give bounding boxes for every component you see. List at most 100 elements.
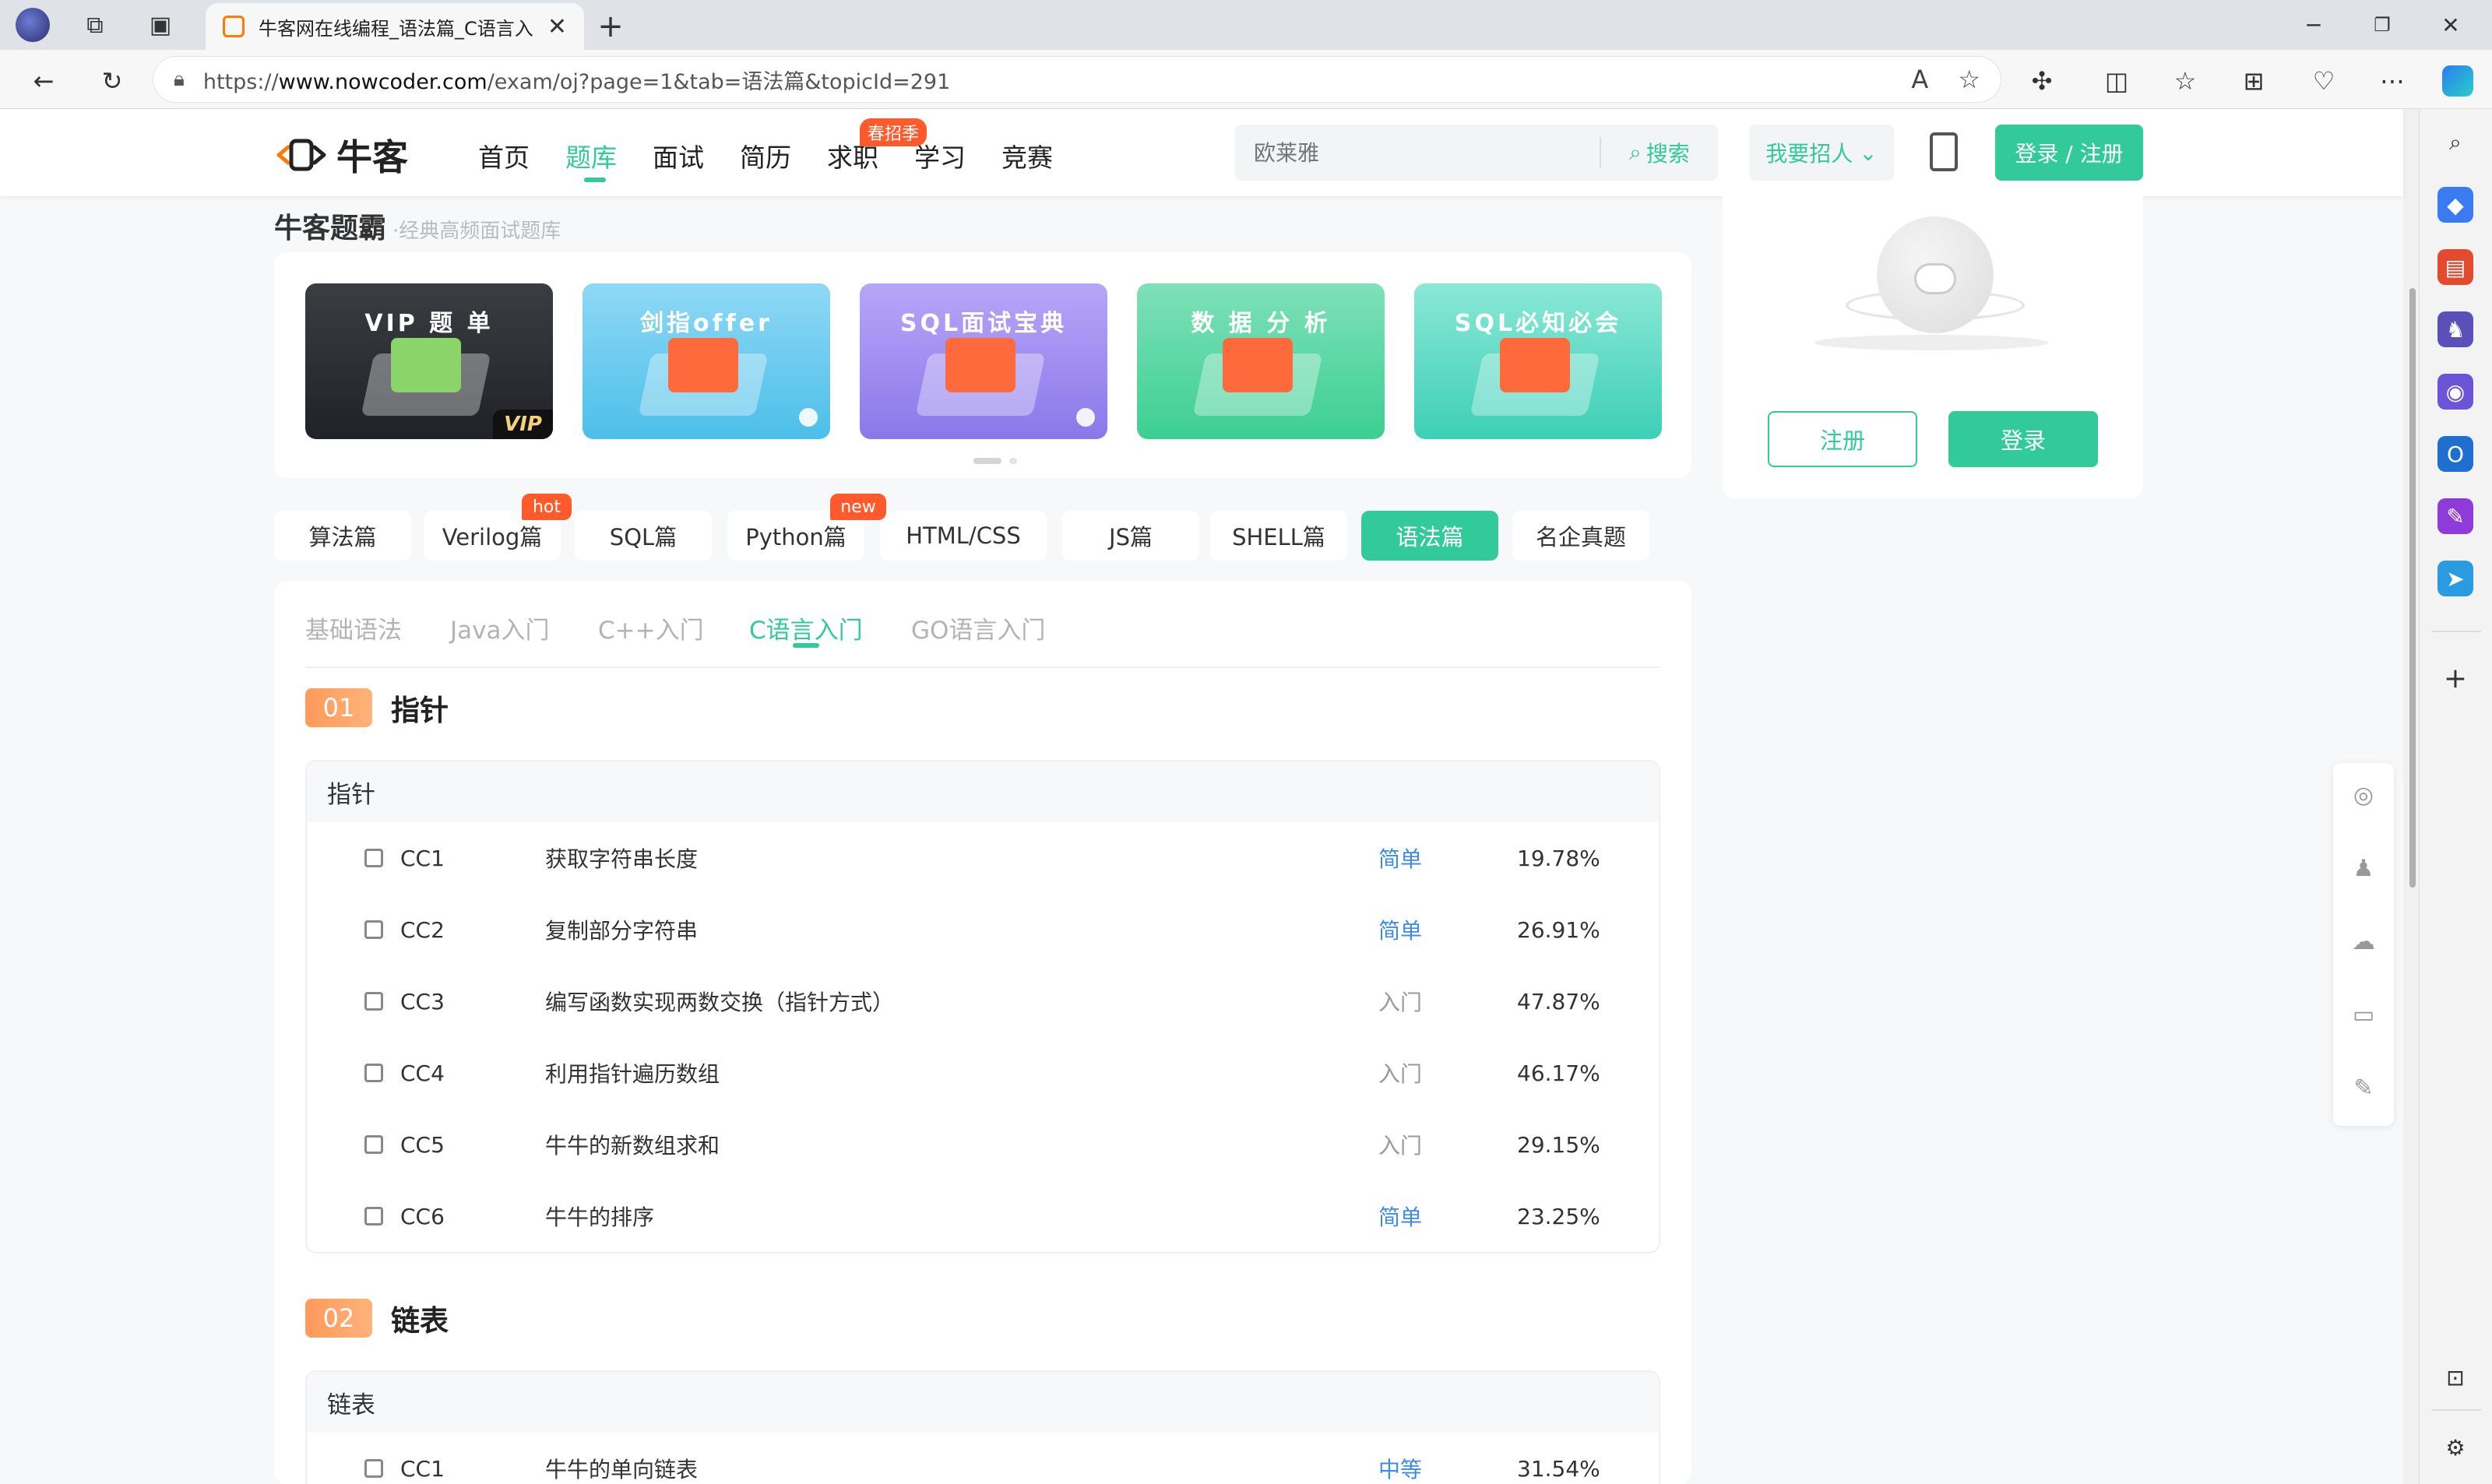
nav-learn[interactable]: 学习: [914, 137, 966, 174]
profile-avatar-icon[interactable]: [12, 5, 53, 45]
category-tab[interactable]: SHELL篇: [1210, 511, 1347, 561]
category-tab[interactable]: HTML/CSS: [880, 511, 1047, 561]
tab-actions-icon[interactable]: ▣: [140, 5, 181, 45]
tab-title: 牛客网在线编程_语法篇_C语言入: [259, 17, 533, 40]
category-tab[interactable]: SQL篇: [575, 511, 712, 561]
sidebar-add-icon[interactable]: +: [2437, 660, 2473, 696]
wechat-icon[interactable]: ☁: [2349, 927, 2378, 956]
sidebar-send-icon[interactable]: ➤: [2437, 561, 2473, 596]
question-status-icon: [364, 1207, 383, 1226]
lock-icon: [1076, 408, 1095, 427]
question-row[interactable]: CC5 牛牛的新数组求和 入门 29.15%: [307, 1109, 1659, 1180]
book-illustration: [391, 338, 461, 392]
sidebar-designer-icon[interactable]: ✎: [2437, 498, 2473, 534]
scrollbar-thumb[interactable]: [2409, 288, 2416, 888]
window-minimize-button[interactable]: ─: [2280, 6, 2347, 44]
weibo-icon[interactable]: ◎: [2349, 780, 2378, 810]
app-download-icon[interactable]: ▭: [2349, 1000, 2378, 1029]
sidebar-shopping-icon[interactable]: ◆: [2437, 187, 2473, 223]
question-row[interactable]: CC1 获取字符串长度 简单 19.78%: [307, 822, 1659, 894]
window-close-button[interactable]: ✕: [2417, 6, 2484, 44]
browser-tab-active[interactable]: 牛客网在线编程_语法篇_C语言入 ✕: [206, 3, 584, 50]
sidebar-search-icon[interactable]: ⌕: [2437, 125, 2473, 160]
category-tab[interactable]: 算法篇: [274, 511, 411, 561]
question-row[interactable]: CC4 利用指针遍历数组 入门 46.17%: [307, 1037, 1659, 1109]
workspaces-icon[interactable]: ⧉: [75, 5, 115, 45]
browser-essentials-icon[interactable]: ♡: [2304, 61, 2344, 101]
search-input[interactable]: [1235, 125, 1600, 181]
tab-close-icon[interactable]: ✕: [547, 13, 567, 40]
nav-home[interactable]: 首页: [478, 137, 530, 174]
nav-contest[interactable]: 竞赛: [1001, 137, 1053, 174]
banner-1[interactable]: VIP 题 单 VIP: [305, 283, 553, 439]
sidebar-settings-icon[interactable]: ⚙︎: [2437, 1429, 2473, 1465]
sub-tab[interactable]: GO语言入门: [911, 610, 1045, 645]
question-row[interactable]: CC3 编写函数实现两数交换（指针方式） 入门 47.87%: [307, 965, 1659, 1037]
question-title[interactable]: 牛牛的排序: [545, 1201, 654, 1232]
window-maximize-button[interactable]: ❐: [2349, 6, 2416, 44]
sidebar-screenshot-icon[interactable]: ⊡: [2437, 1359, 2473, 1395]
banner-5[interactable]: SQL必知必会: [1414, 283, 1662, 439]
banner-3[interactable]: SQL面试宝典: [860, 283, 1107, 439]
split-screen-icon[interactable]: ◫: [2096, 61, 2137, 101]
book-illustration: [945, 338, 1015, 392]
category-tab[interactable]: 名企真题: [1512, 511, 1649, 561]
banner-4[interactable]: 数 据 分 析: [1137, 283, 1385, 439]
question-title[interactable]: 编写函数实现两数交换（指针方式）: [545, 986, 894, 1017]
recruit-dropdown[interactable]: 我要招人 ⌄: [1749, 125, 1894, 181]
nowcoder-logo-icon: [274, 133, 329, 177]
nowcoder-logo[interactable]: 牛客: [274, 129, 408, 181]
back-arrow-icon[interactable]: ←: [23, 61, 64, 101]
more-menu-icon[interactable]: ⋯: [2372, 61, 2413, 101]
carousel-dot-active[interactable]: [973, 458, 1001, 464]
login-button[interactable]: 登录: [1948, 411, 2098, 467]
header-login-button[interactable]: 登录 / 注册: [1995, 125, 2143, 181]
nav-resume[interactable]: 简历: [740, 137, 791, 174]
question-status-icon: [364, 849, 383, 867]
collections-icon[interactable]: ⊞: [2233, 61, 2274, 101]
question-row[interactable]: CC6 牛牛的排序 简单 23.25%: [307, 1180, 1659, 1252]
copilot-icon[interactable]: [2437, 61, 2478, 101]
new-badge: new: [830, 494, 886, 520]
feedback-icon[interactable]: ✎: [2349, 1073, 2378, 1102]
question-row[interactable]: CC2 复制部分字符串 简单 26.91%: [307, 894, 1659, 965]
sidebar-m365-icon[interactable]: ◉: [2437, 374, 2473, 410]
category-tab[interactable]: JS篇: [1062, 511, 1199, 561]
sub-tab[interactable]: Java入门: [450, 610, 549, 645]
extensions-icon[interactable]: ✣: [2022, 61, 2062, 101]
register-button[interactable]: 注册: [1768, 411, 1917, 467]
favorite-star-icon[interactable]: ☆: [1958, 65, 1980, 94]
question-row[interactable]: CC1 牛牛的单向链表 中等 31.54%: [307, 1433, 1659, 1484]
refresh-icon[interactable]: ↻: [92, 61, 132, 101]
question-difficulty: 简单: [1378, 1204, 1423, 1230]
search-button-label: 搜索: [1645, 141, 1690, 167]
question-title[interactable]: 利用指针遍历数组: [545, 1057, 720, 1088]
search-button[interactable]: ⌕ 搜索: [1601, 137, 1718, 168]
address-bar[interactable]: 🔒︎ https://www.nowcoder.com/exam/oj?page…: [153, 56, 2001, 103]
read-aloud-icon[interactable]: A: [1911, 65, 1928, 94]
carousel-dots: [973, 458, 1017, 464]
sidebar-outlook-icon[interactable]: O: [2437, 436, 2473, 472]
sidebar-games-icon[interactable]: ♞: [2437, 311, 2473, 347]
sub-tab[interactable]: C++入门: [598, 610, 704, 645]
qq-icon[interactable]: ♟: [2349, 853, 2378, 883]
sub-tab[interactable]: 基础语法: [305, 610, 402, 645]
question-title[interactable]: 牛牛的单向链表: [545, 1453, 698, 1484]
favorites-icon[interactable]: ☆: [2165, 61, 2205, 101]
sub-tab[interactable]: C语言入门: [749, 610, 863, 645]
nav-question-bank[interactable]: 题库: [565, 137, 617, 174]
sidebar-tools-icon[interactable]: ▤: [2437, 249, 2473, 285]
question-title[interactable]: 获取字符串长度: [545, 842, 698, 874]
mobile-app-icon[interactable]: [1930, 132, 1958, 171]
url-text[interactable]: https://www.nowcoder.com/exam/oj?page=1&…: [203, 65, 1882, 95]
sub-tab-divider: [305, 666, 1660, 668]
sub-tab-active-indicator: [793, 643, 819, 648]
carousel-dot[interactable]: [1009, 458, 1017, 464]
question-title[interactable]: 复制部分字符串: [545, 914, 698, 945]
question-difficulty: 简单: [1378, 918, 1423, 944]
question-title[interactable]: 牛牛的新数组求和: [545, 1129, 720, 1160]
nav-interview[interactable]: 面试: [653, 137, 704, 174]
new-tab-button[interactable]: +: [590, 6, 631, 47]
banner-2[interactable]: 剑指offer: [583, 283, 830, 439]
category-tab[interactable]: 语法篇: [1361, 511, 1498, 561]
